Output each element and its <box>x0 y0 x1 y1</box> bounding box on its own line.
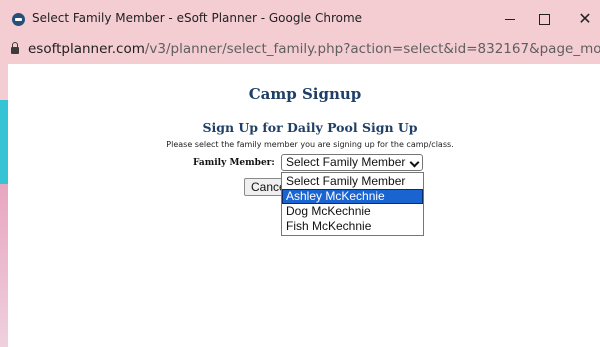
dropdown-option-dog-mckechnie[interactable]: Dog McKechnie <box>282 204 423 219</box>
dropdown-option-ashley-mckechnie[interactable]: Ashley McKechnie <box>282 189 423 204</box>
family-member-dropdown: Select Family Member Ashley McKechnie Do… <box>281 172 424 236</box>
minimize-button[interactable] <box>498 7 522 31</box>
chevron-down-icon <box>409 157 420 168</box>
instructions-text: Please select the family member you are … <box>166 140 454 149</box>
title-bar: Select Family Member - eSoft Planner - G… <box>0 0 600 38</box>
minimize-icon <box>505 18 515 20</box>
maximize-icon <box>538 13 550 25</box>
family-member-select[interactable]: Select Family Member <box>281 154 423 171</box>
select-value: Select Family Member <box>286 155 406 169</box>
browser-window: Select Family Member - eSoft Planner - G… <box>0 0 600 347</box>
family-member-label: Family Member: <box>193 158 275 168</box>
dropdown-option-fish-mckechnie[interactable]: Fish McKechnie <box>282 219 423 234</box>
url-host: esoftplanner.com <box>28 41 145 57</box>
close-button[interactable]: ✕ <box>573 7 597 31</box>
url-path: /v3/planner/select_family.php?action=sel… <box>144 41 600 57</box>
lock-icon[interactable] <box>11 42 19 54</box>
form-heading: Sign Up for Daily Pool Sign Up <box>202 120 418 135</box>
app-icon <box>12 13 25 26</box>
dropdown-option-select-family-member[interactable]: Select Family Member <box>282 174 423 189</box>
background-window-edge <box>0 64 8 347</box>
close-icon: ✕ <box>578 9 592 28</box>
maximize-button[interactable] <box>532 7 556 31</box>
page-title: Camp Signup <box>248 85 362 103</box>
url-text[interactable]: esoftplanner.com/v3/planner/select_famil… <box>28 41 600 57</box>
window-title: Select Family Member - eSoft Planner - G… <box>32 11 363 25</box>
